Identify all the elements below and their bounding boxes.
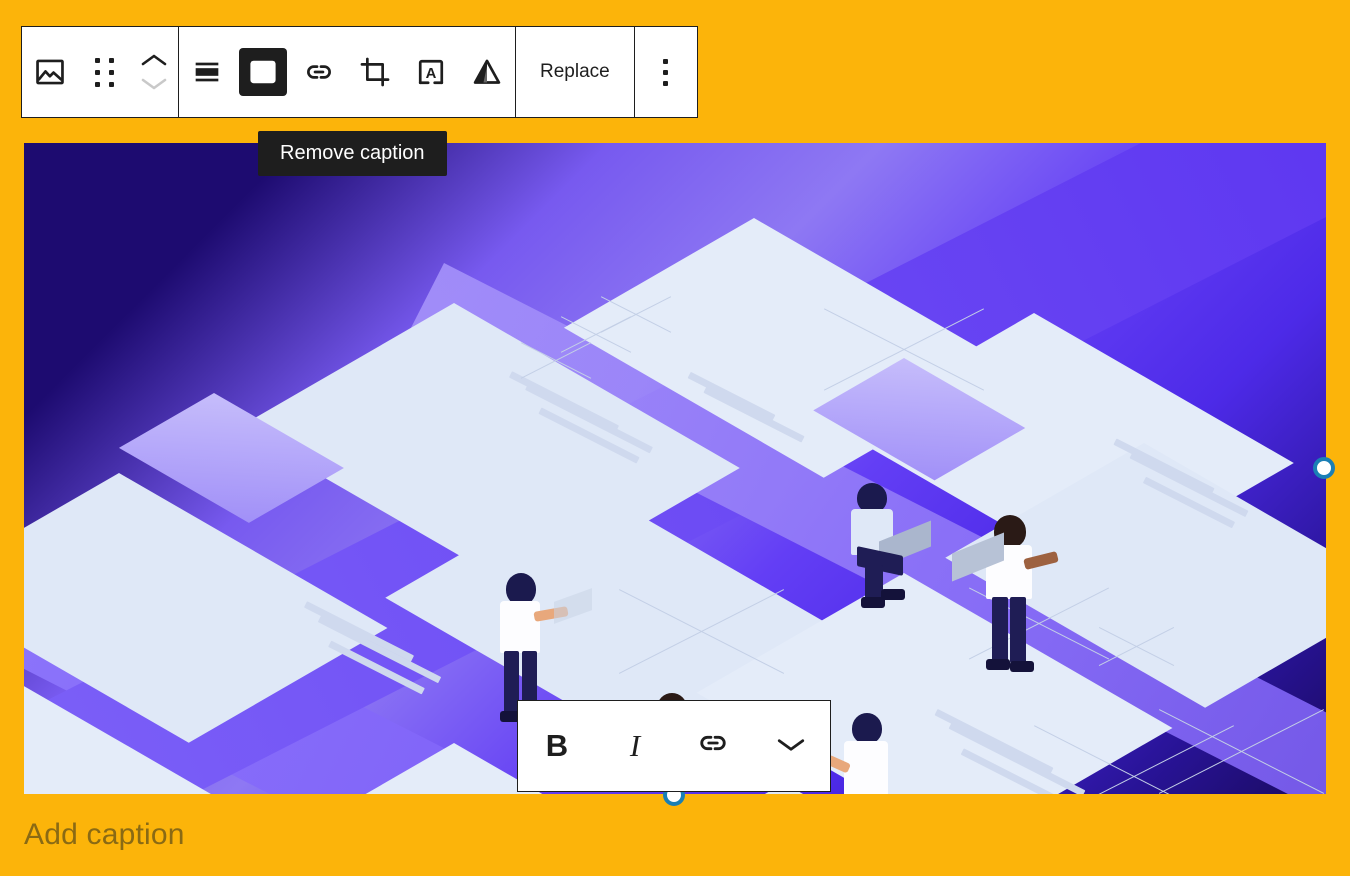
illustration-person-standing-center (825, 713, 917, 794)
block-toolbar-group-image-tools: A (179, 27, 515, 117)
duotone-triangle-icon (463, 48, 511, 96)
align-button[interactable] (179, 27, 235, 117)
drag-dots-icon (80, 48, 128, 96)
move-up-button[interactable] (139, 51, 169, 69)
more-options-button[interactable] (635, 27, 697, 117)
replace-button[interactable]: Replace (516, 27, 634, 117)
isometric-illustration (24, 143, 1326, 794)
text-over-image-icon: A (407, 48, 455, 96)
move-down-button[interactable] (139, 75, 169, 93)
caption-placeholder[interactable]: Add caption (24, 818, 185, 852)
crop-icon (351, 48, 399, 96)
illustration-person-sitting-laptop (839, 483, 931, 613)
image-block[interactable] (24, 143, 1326, 794)
block-toolbar-group-block (22, 27, 178, 117)
link-icon (695, 725, 731, 768)
tooltip-remove-caption: Remove caption (258, 131, 447, 176)
more-formats-button[interactable] (752, 701, 830, 791)
image-block-type-button[interactable] (22, 27, 78, 117)
illustration-wireframe-placeholder (1034, 718, 1234, 794)
link-button[interactable] (674, 701, 752, 791)
format-toolbar: B I (517, 700, 831, 792)
three-dots-vertical-icon (642, 48, 690, 96)
chevron-up-icon (141, 54, 167, 66)
svg-text:A: A (426, 66, 437, 82)
bold-button[interactable]: B (518, 701, 596, 791)
caption-icon (239, 48, 287, 96)
add-text-over-image-button[interactable]: A (403, 27, 459, 117)
illustration-wireframe-placeholder (619, 583, 784, 678)
chevron-down-icon (141, 78, 167, 90)
resize-handle-right[interactable] (1313, 457, 1335, 479)
crop-button[interactable] (347, 27, 403, 117)
italic-button[interactable]: I (596, 701, 674, 791)
toggle-caption-button[interactable] (235, 27, 291, 117)
illustration-wireframe-placeholder (824, 303, 984, 395)
block-movers (130, 27, 178, 117)
duotone-filter-button[interactable] (459, 27, 515, 117)
illustration-person-standing-right (952, 515, 1069, 680)
drag-handle-button[interactable] (78, 27, 130, 117)
chevron-down-icon (775, 730, 807, 762)
illustration-wireframe-placeholder (1099, 623, 1174, 668)
link-icon (295, 48, 343, 96)
align-center-icon (183, 48, 231, 96)
illustration-wireframe-placeholder (601, 293, 671, 335)
insert-link-button[interactable] (291, 27, 347, 117)
block-toolbar: A Replace (21, 26, 698, 118)
image-icon (26, 48, 74, 96)
editor-canvas: A Replace Remove caption B I Add caption (0, 0, 1350, 876)
